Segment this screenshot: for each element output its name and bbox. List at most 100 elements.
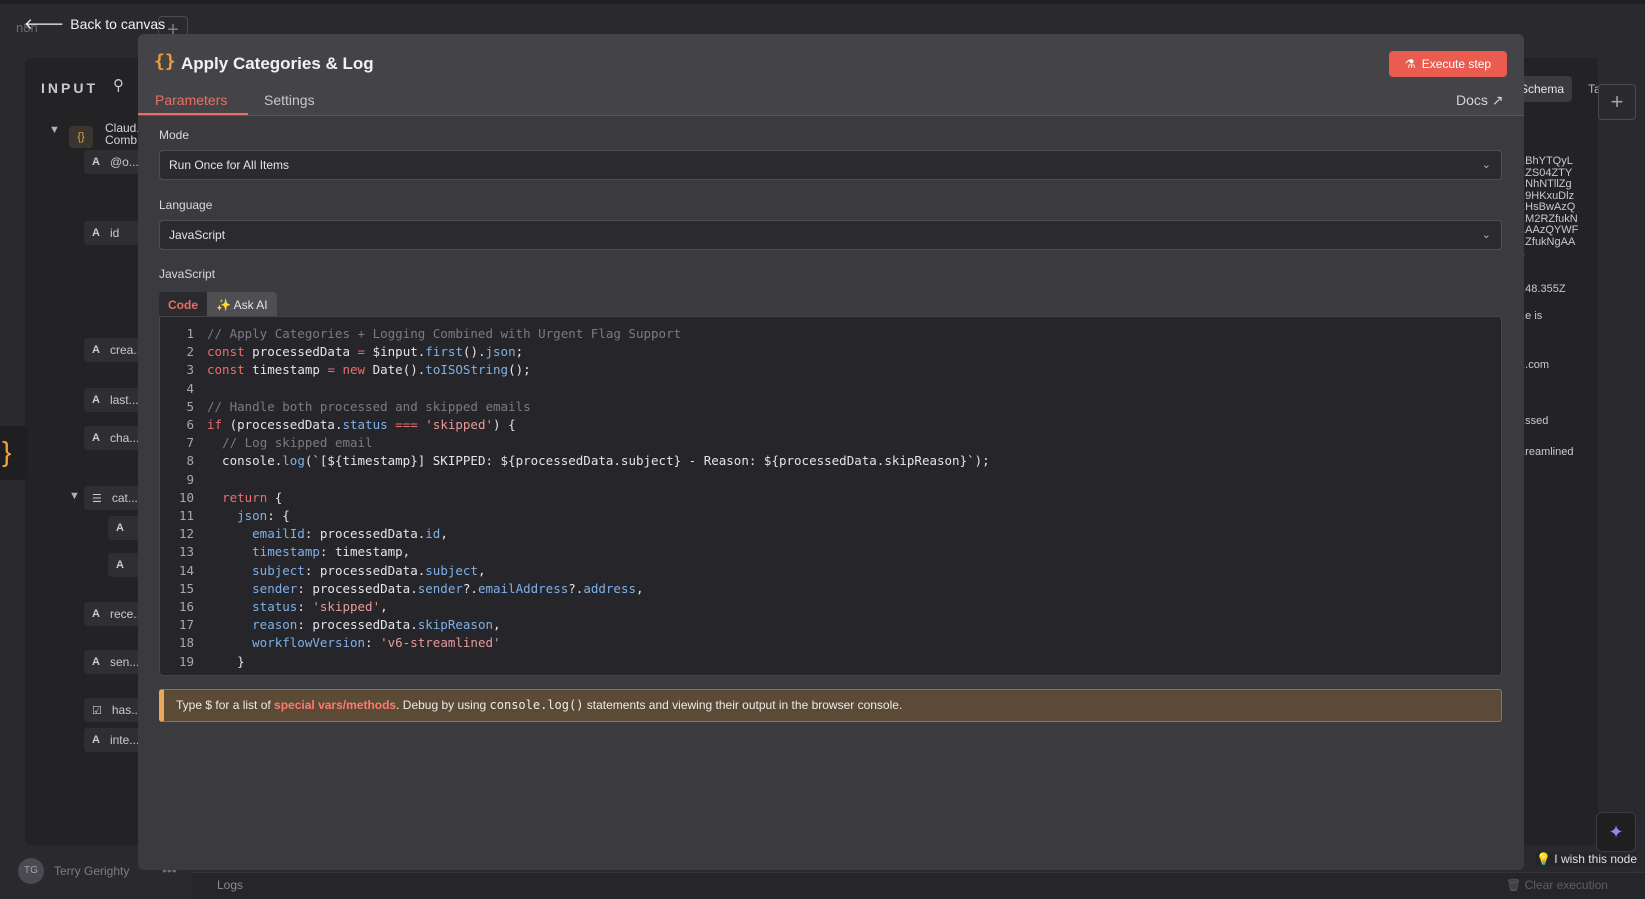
code-line[interactable]: 14 subject: processedData.subject, (160, 561, 1501, 580)
line-number: 17 (178, 617, 194, 633)
chevron-down-icon[interactable]: ▼ (49, 124, 60, 136)
code-line[interactable]: 4 (160, 379, 1501, 398)
code-line[interactable]: 17 reason: processedData.skipReason, (160, 615, 1501, 634)
add-node-right-button[interactable]: + (1598, 84, 1636, 120)
line-number: 7 (186, 435, 194, 451)
language-select[interactable]: JavaScript ⌄ (159, 220, 1502, 250)
code-line[interactable]: 15 sender: processedData.sender?.emailAd… (160, 579, 1501, 598)
node-modal: {} Apply Categories & Log ⚗ Execute step… (138, 34, 1524, 870)
string-type-icon: A (92, 156, 100, 168)
avatar: TG (18, 858, 44, 884)
external-link-icon: ↗ (1491, 92, 1504, 108)
code-line[interactable]: 9 (160, 470, 1501, 489)
schema-field[interactable]: Acrea... (84, 338, 144, 362)
line-number: 9 (186, 471, 194, 487)
line-number: 2 (186, 344, 194, 360)
line-number: 5 (186, 398, 194, 414)
field-label: cat... (111, 491, 138, 505)
language-value: JavaScript (169, 228, 226, 242)
node-title[interactable]: Apply Categories & Log (181, 54, 374, 74)
search-icon[interactable]: ⚲ (113, 76, 124, 94)
code-line[interactable]: 16 status: 'skipped', (160, 597, 1501, 616)
schema-field[interactable]: Asen... (84, 650, 144, 674)
execute-step-button[interactable]: ⚗ Execute step (1389, 51, 1507, 77)
mode-value: Run Once for All Items (169, 158, 290, 172)
line-number: 15 (178, 580, 194, 596)
feedback-label: I wish this node (1554, 852, 1638, 866)
active-tab-indicator (138, 113, 248, 115)
user-name: Terry Gerighty (54, 864, 130, 878)
code-line[interactable]: 19 } (160, 652, 1501, 671)
code-text: // Handle both processed and skipped ema… (207, 398, 531, 414)
schema-field[interactable]: Arece... (84, 602, 144, 626)
arrow-left-icon: 🡐 (24, 16, 65, 33)
code-text: return { (222, 489, 283, 505)
line-number: 14 (178, 562, 194, 578)
tab-code[interactable]: Code (159, 292, 207, 318)
code-text: // Apply Categories + Logging Combined w… (207, 326, 682, 341)
clear-execution-button[interactable]: 🗑 Clear execution (1506, 878, 1608, 892)
back-to-canvas-label: Back to canvas (70, 15, 166, 32)
schema-field[interactable]: Alast... (84, 388, 144, 412)
code-line[interactable]: 11 json: { (160, 506, 1501, 525)
output-value: ...NhNTllZg (1516, 178, 1572, 190)
code-line[interactable]: 18 workflowVersion: 'v6-streamlined' (160, 633, 1501, 652)
code-line[interactable]: 2 const processedData = $input.first().js… (160, 342, 1501, 361)
docs-label: Docs (1456, 92, 1488, 108)
schema-field[interactable]: A @o... (84, 150, 144, 174)
code-node-side-tab[interactable]: } (0, 426, 28, 480)
code-line[interactable]: 6 if (processedData.status === 'skipped')… (160, 415, 1501, 434)
string-type-icon: A (92, 394, 100, 406)
tab-parameters[interactable]: Parameters (155, 92, 227, 108)
user-profile[interactable]: TG Terry Gerighty (18, 858, 129, 884)
string-type-icon: A (92, 608, 100, 620)
feedback-link[interactable]: 💡 I wish this node (1536, 852, 1638, 866)
execute-step-label: Execute step (1421, 57, 1492, 71)
chevron-down-icon[interactable]: ▼ (69, 490, 80, 502)
code-text: emailId: processedData.id, (252, 526, 448, 542)
string-type-icon: A (92, 227, 100, 239)
field-label: id (109, 226, 120, 240)
special-vars-link[interactable]: special vars/methods (274, 698, 396, 712)
language-label: Language (159, 198, 213, 212)
code-editor[interactable]: 1 // Apply Categories + Logging Combined … (159, 316, 1502, 676)
string-type-icon: A (116, 559, 124, 571)
schema-field[interactable]: Ainte... (84, 728, 144, 752)
schema-field[interactable]: Aid (84, 221, 144, 245)
schema-field[interactable]: ☰ cat... (84, 486, 144, 510)
code-line[interactable]: 1 // Apply Categories + Logging Combined … (160, 324, 1501, 343)
line-number: 12 (178, 526, 194, 542)
field-label: sen... (109, 655, 140, 669)
chevron-down-icon: ⌄ (1481, 229, 1491, 241)
schema-field[interactable]: Acha... (84, 426, 144, 450)
tab-ask-ai[interactable]: ✨ Ask AI (207, 292, 277, 318)
code-text: if (processedData.status === 'skipped') … (207, 417, 516, 432)
code-line[interactable]: 10 return { (160, 488, 1501, 507)
mode-label: Mode (159, 128, 190, 142)
code-line[interactable]: 13 timestamp: timestamp, (160, 542, 1501, 561)
code-node-icon: {} (69, 126, 93, 148)
field-label: cha... (109, 431, 140, 445)
line-number: 13 (178, 544, 194, 560)
line-number: 6 (186, 417, 194, 432)
schema-field[interactable]: ☑ has... (84, 698, 144, 722)
code-text: console.log(`[${timestamp}] SKIPPED: ${p… (207, 453, 990, 469)
code-text: json: { (237, 508, 290, 523)
back-to-canvas-link[interactable]: 🡐 Back to canvas (24, 14, 166, 34)
code-line[interactable]: 12 emailId: processedData.id, (160, 524, 1501, 543)
code-line[interactable]: 8 console.log(`[${timestamp}] SKIPPED: $… (160, 451, 1501, 470)
field-label: @o... (109, 155, 139, 169)
flask-icon: ⚗ (1404, 57, 1416, 71)
lightbulb-icon: 💡 (1536, 852, 1551, 866)
mode-select[interactable]: Run Once for All Items ⌄ (159, 150, 1502, 180)
code-line[interactable]: 7 // Log skipped email (160, 433, 1501, 452)
code-line[interactable]: 3 const timestamp = new Date().toISOStrin… (160, 360, 1501, 379)
logs-label[interactable]: Logs (217, 878, 243, 892)
string-type-icon: A (116, 522, 124, 534)
ai-assistant-button[interactable]: ✦ (1596, 812, 1636, 852)
code-text: workflowVersion: 'v6-streamlined' (252, 635, 501, 651)
docs-link[interactable]: Docs ↗ (1456, 92, 1504, 109)
tab-settings[interactable]: Settings (264, 92, 315, 108)
code-line[interactable]: 5 // Handle both processed and skipped em… (160, 397, 1501, 416)
string-type-icon: A (92, 432, 100, 444)
